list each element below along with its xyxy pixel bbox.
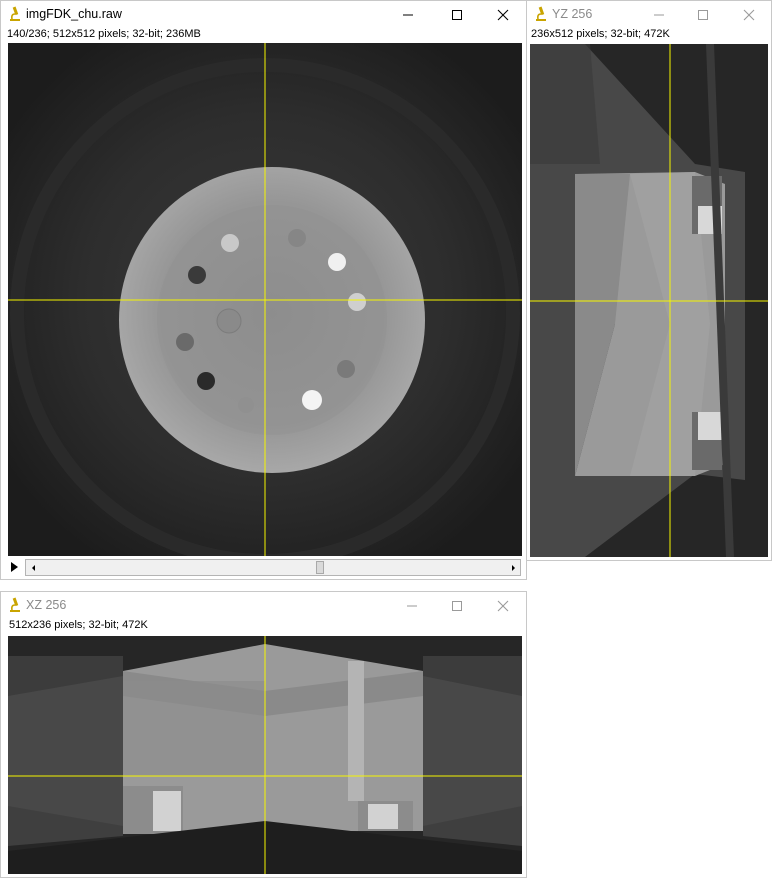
yz-view-window[interactable]: YZ 256 236x512 pixels; 32-bit; 472K	[526, 0, 772, 561]
yz-slice-canvas[interactable]	[530, 44, 768, 557]
minimize-icon	[403, 14, 413, 15]
image-info: 512x236 pixels; 32-bit; 472K	[9, 619, 148, 631]
microscope-icon	[10, 6, 20, 21]
close-button[interactable]	[726, 1, 772, 28]
maximize-icon	[452, 600, 462, 611]
image-info: 140/236; 512x512 pixels; 32-bit; 236MB	[7, 28, 201, 40]
microscope-icon	[536, 6, 546, 21]
minimize-icon	[654, 14, 664, 15]
minimize-button[interactable]	[385, 1, 431, 28]
microscope-icon	[10, 597, 20, 612]
minimize-icon	[407, 605, 417, 606]
maximize-button[interactable]	[680, 1, 726, 28]
xz-view-window[interactable]: XZ 256 512x236 pixels; 32-bit; 472K	[0, 591, 527, 878]
minimize-button[interactable]	[636, 1, 682, 28]
xz-slice-canvas[interactable]	[8, 636, 522, 874]
scroll-thumb[interactable]	[316, 561, 324, 574]
maximize-button[interactable]	[434, 592, 480, 619]
maximize-button[interactable]	[434, 1, 480, 28]
close-button[interactable]	[480, 592, 526, 619]
title-bar[interactable]: imgFDK_chu.raw	[1, 1, 526, 28]
scroll-right-button[interactable]	[505, 560, 520, 575]
window-title: XZ 256	[26, 598, 67, 612]
maximize-icon	[452, 9, 462, 20]
close-icon	[743, 9, 755, 20]
title-bar[interactable]: XZ 256	[1, 592, 526, 619]
slice-scrollbar[interactable]	[25, 559, 521, 576]
close-icon	[497, 600, 509, 611]
image-info: 236x512 pixels; 32-bit; 472K	[531, 28, 670, 40]
axial-slice-canvas[interactable]	[8, 43, 522, 556]
chevron-left-icon	[31, 564, 35, 571]
window-title: imgFDK_chu.raw	[26, 7, 122, 21]
maximize-icon	[698, 9, 708, 20]
close-button[interactable]	[480, 1, 526, 28]
chevron-right-icon	[511, 564, 515, 571]
play-animation-icon[interactable]	[11, 562, 18, 572]
main-image-window[interactable]: imgFDK_chu.raw 140/236; 512x512 pixels; …	[0, 0, 527, 580]
slice-scrollbar-row[interactable]	[7, 559, 521, 577]
minimize-button[interactable]	[389, 592, 435, 619]
scroll-left-button[interactable]	[26, 560, 41, 575]
close-icon	[497, 9, 509, 20]
window-title: YZ 256	[552, 7, 593, 21]
title-bar[interactable]: YZ 256	[527, 1, 771, 28]
